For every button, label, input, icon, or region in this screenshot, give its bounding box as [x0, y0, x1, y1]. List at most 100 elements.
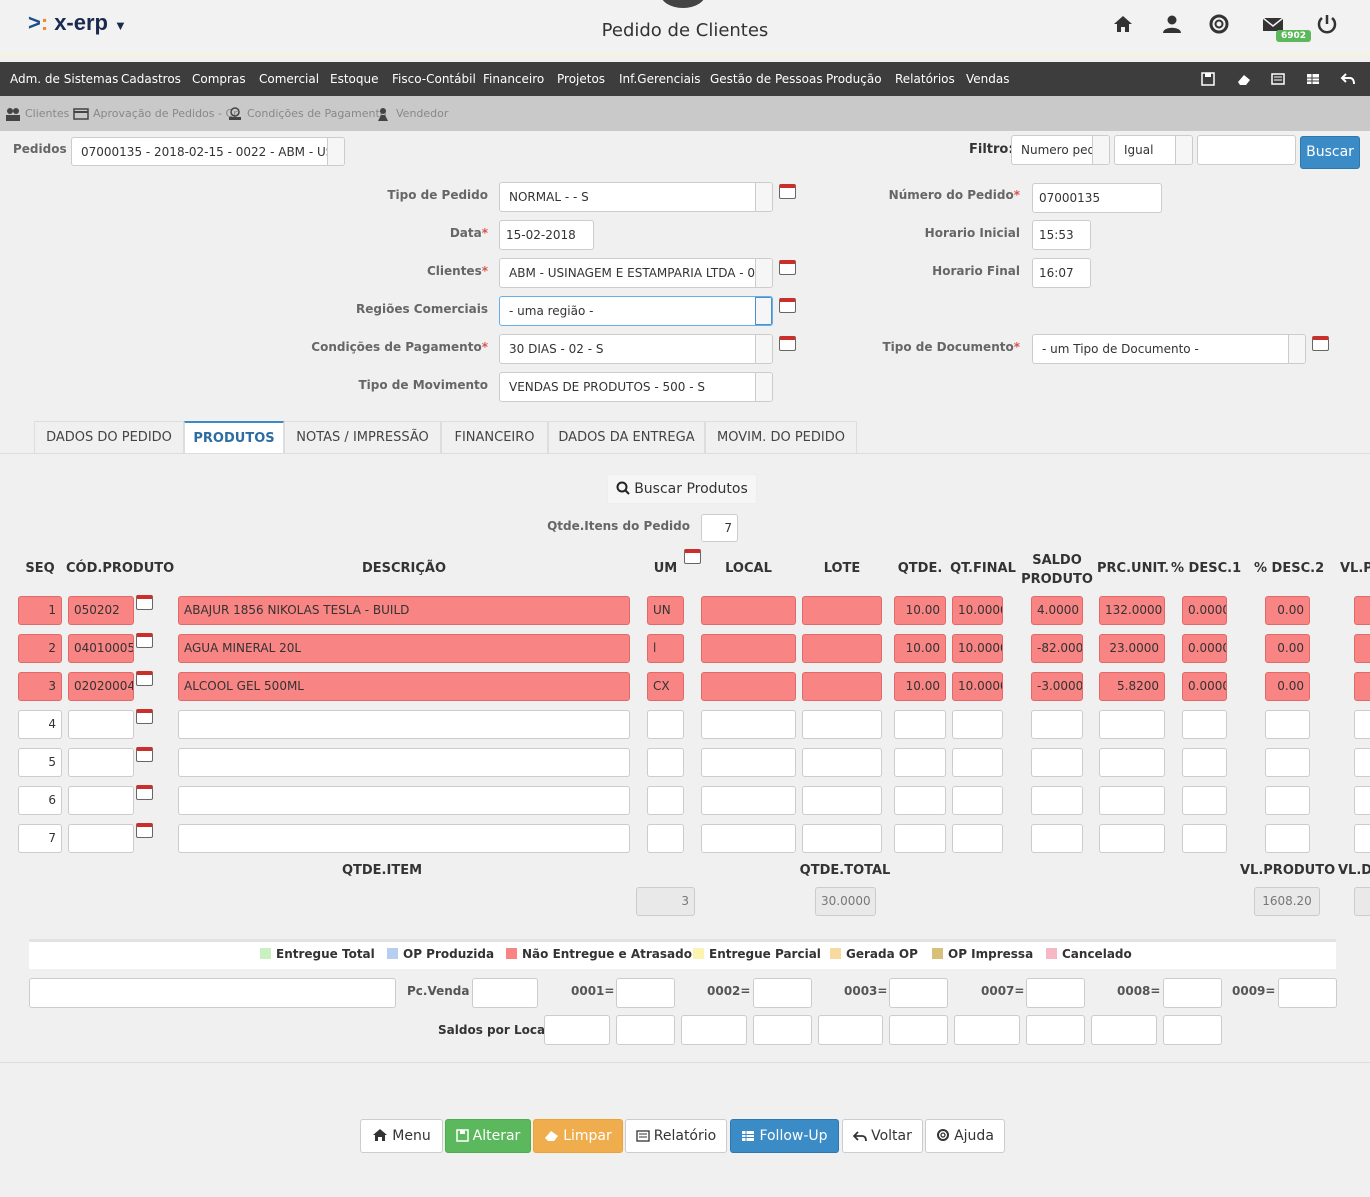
- menu-vendas[interactable]: Vendas: [966, 62, 1010, 96]
- eraser-icon[interactable]: [1236, 71, 1252, 87]
- price-code-0001-input[interactable]: [616, 978, 675, 1008]
- saldo-local-input[interactable]: [616, 1015, 675, 1045]
- pc-venda-input[interactable]: [472, 978, 538, 1008]
- cell-saldo[interactable]: [1031, 824, 1083, 853]
- cell-saldo[interactable]: [1031, 710, 1083, 739]
- clientes-select[interactable]: ABM - USINAGEM E ESTAMPARIA LTDA - 0022: [499, 258, 773, 288]
- cell-desc2[interactable]: [1265, 710, 1310, 739]
- saldo-local-input[interactable]: [753, 1015, 812, 1045]
- saldo-local-input[interactable]: [1091, 1015, 1157, 1045]
- menu-projetos[interactable]: Projetos: [557, 62, 605, 96]
- saldo-local-input[interactable]: [1026, 1015, 1085, 1045]
- menu-button[interactable]: Menu: [360, 1119, 443, 1153]
- cell-desc1[interactable]: 0.0000: [1182, 672, 1227, 701]
- menu-adm-sistemas[interactable]: Adm. de Sistemas: [10, 62, 118, 96]
- menu-comercial[interactable]: Comercial: [259, 62, 319, 96]
- price-code-0002-input[interactable]: [753, 978, 812, 1008]
- cell-desc1[interactable]: [1182, 748, 1227, 777]
- tab-notas-impressao[interactable]: NOTAS / IMPRESSÃO: [284, 421, 441, 453]
- relatorio-button[interactable]: Relatório: [625, 1119, 727, 1153]
- cell-lote[interactable]: [802, 596, 882, 625]
- menu-estoque[interactable]: Estoque: [330, 62, 379, 96]
- tipo-pedido-select[interactable]: NORMAL - - S: [499, 182, 773, 212]
- buscar-produtos-button[interactable]: Buscar Produtos: [607, 474, 757, 504]
- tab-produtos[interactable]: PRODUTOS: [184, 421, 284, 453]
- cell-saldo[interactable]: [1031, 748, 1083, 777]
- cell-um[interactable]: [647, 786, 684, 815]
- cell-desc2[interactable]: 0.00: [1265, 634, 1310, 663]
- calendar-icon[interactable]: [136, 595, 153, 610]
- cell-descricao[interactable]: AGUA MINERAL 20L: [178, 634, 630, 663]
- calendar-icon[interactable]: [779, 260, 796, 275]
- menu-producao[interactable]: Produção: [826, 62, 882, 96]
- cell-prc-unit[interactable]: 5.8200: [1099, 672, 1165, 701]
- cell-descricao[interactable]: [178, 786, 630, 815]
- tipo-documento-select[interactable]: - um Tipo de Documento -: [1032, 334, 1306, 364]
- cell-desc1[interactable]: [1182, 710, 1227, 739]
- ajuda-button[interactable]: Ajuda: [925, 1119, 1005, 1153]
- filter-operator-select[interactable]: Igual: [1114, 135, 1193, 165]
- saldo-local-input[interactable]: [818, 1015, 883, 1045]
- cell-desc1[interactable]: [1182, 824, 1227, 853]
- cell-prc-unit[interactable]: [1099, 710, 1165, 739]
- cell-um[interactable]: UN: [647, 596, 684, 625]
- alterar-button[interactable]: Alterar: [445, 1119, 531, 1153]
- tab-dados-pedido[interactable]: DADOS DO PEDIDO: [34, 421, 184, 453]
- tab-financeiro[interactable]: FINANCEIRO: [441, 421, 548, 453]
- cell-qtde[interactable]: [894, 824, 946, 853]
- menu-cadastros[interactable]: Cadastros: [121, 62, 181, 96]
- saldo-local-input[interactable]: [954, 1015, 1020, 1045]
- cell-desc2[interactable]: [1265, 786, 1310, 815]
- cell-desc2[interactable]: [1265, 824, 1310, 853]
- price-code-0008-input[interactable]: [1163, 978, 1222, 1008]
- cell-seq[interactable]: 4: [18, 710, 62, 739]
- menu-inf-gerenciais[interactable]: Inf.Gerenciais: [619, 62, 701, 96]
- numero-pedido-input[interactable]: 07000135: [1032, 183, 1162, 213]
- cell-vl-produto[interactable]: [1354, 596, 1370, 625]
- calendar-icon[interactable]: [779, 184, 796, 199]
- cell-descricao[interactable]: [178, 824, 630, 853]
- tab-dados-entrega[interactable]: DADOS DA ENTREGA: [548, 421, 705, 453]
- cell-prc-unit[interactable]: [1099, 786, 1165, 815]
- cell-prc-unit[interactable]: 132.0000: [1099, 596, 1165, 625]
- calendar-icon[interactable]: [136, 747, 153, 762]
- user-icon[interactable]: [1160, 12, 1184, 36]
- submenu-clientes[interactable]: Clientes: [5, 96, 69, 131]
- horario-inicial-input[interactable]: 15:53: [1032, 220, 1091, 250]
- calendar-icon[interactable]: [779, 298, 796, 313]
- submenu-aprovacao[interactable]: Aprovação de Pedidos - Cr: [73, 96, 238, 131]
- cell-qt-final[interactable]: 10.0000: [952, 634, 1003, 663]
- cell-vl-produto[interactable]: [1354, 634, 1370, 663]
- cell-saldo[interactable]: 4.0000: [1031, 596, 1083, 625]
- cell-vl-produto[interactable]: [1354, 672, 1370, 701]
- cell-saldo[interactable]: -3.0000: [1031, 672, 1083, 701]
- cell-local[interactable]: [701, 596, 796, 625]
- condicoes-select[interactable]: 30 DIAS - 02 - S: [499, 334, 773, 364]
- cell-seq[interactable]: 3: [18, 672, 62, 701]
- cell-um[interactable]: [647, 710, 684, 739]
- movimento-select[interactable]: VENDAS DE PRODUTOS - 500 - S: [499, 372, 773, 402]
- cell-qtde[interactable]: [894, 748, 946, 777]
- voltar-button[interactable]: Voltar: [842, 1119, 923, 1153]
- cell-cod-produto[interactable]: [68, 748, 134, 777]
- cell-um[interactable]: [647, 748, 684, 777]
- cell-cod-produto[interactable]: 050202: [68, 596, 134, 625]
- save-icon[interactable]: [1200, 71, 1216, 87]
- list-icon[interactable]: [1270, 71, 1286, 87]
- calendar-icon[interactable]: [136, 633, 153, 648]
- cell-lote[interactable]: [802, 672, 882, 701]
- filter-field-select[interactable]: Numero pedi: [1011, 135, 1110, 165]
- cell-local[interactable]: [701, 672, 796, 701]
- saldo-local-input[interactable]: [544, 1015, 610, 1045]
- tab-movim-pedido[interactable]: MOVIM. DO PEDIDO: [705, 421, 857, 453]
- cell-qt-final[interactable]: [952, 786, 1003, 815]
- cell-cod-produto[interactable]: 04010005: [68, 634, 134, 663]
- cell-seq[interactable]: 1: [18, 596, 62, 625]
- cell-desc1[interactable]: 0.0000: [1182, 596, 1227, 625]
- menu-relatorios[interactable]: Relatórios: [895, 62, 955, 96]
- menu-compras[interactable]: Compras: [192, 62, 246, 96]
- cell-um[interactable]: l: [647, 634, 684, 663]
- cell-vl-produto[interactable]: [1354, 748, 1370, 777]
- regioes-select[interactable]: - uma região -: [499, 296, 773, 326]
- data-input[interactable]: 15-02-2018: [499, 220, 594, 250]
